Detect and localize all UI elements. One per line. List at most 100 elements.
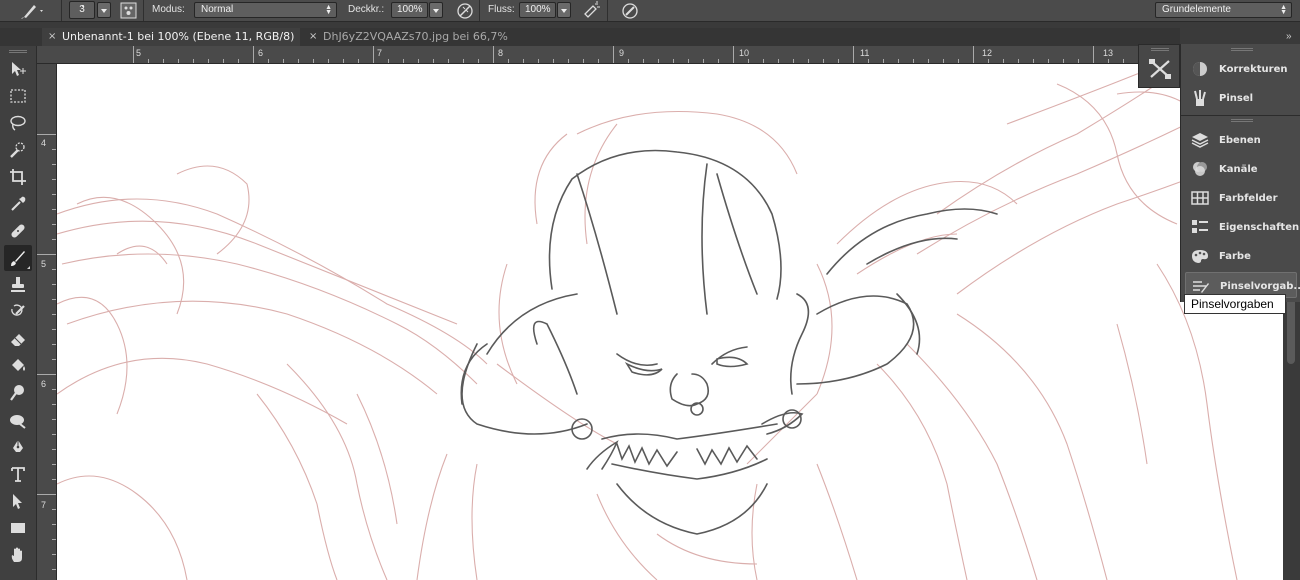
tool-flyout-indicator <box>27 266 30 269</box>
ruler-tick <box>52 269 56 270</box>
move-tool[interactable] <box>4 56 32 82</box>
toolbox-grip[interactable] <box>9 50 27 53</box>
vertical-ruler[interactable]: 4 5 6 7 <box>37 64 57 580</box>
crop-tool[interactable] <box>4 164 32 190</box>
type-icon <box>11 467 25 482</box>
ruler-tick <box>283 59 284 63</box>
brush-tool-preset-icon[interactable] <box>20 1 43 20</box>
panel-group-divider <box>1181 115 1300 116</box>
dodge-tool[interactable] <box>4 380 32 406</box>
flow-input[interactable]: 100% <box>519 2 556 18</box>
panel-button-eigenschaften[interactable]: Eigenschaften <box>1185 214 1299 240</box>
close-tab-icon[interactable]: × <box>48 28 56 46</box>
scrollbar-thumb[interactable] <box>1287 294 1295 364</box>
ruler-tick <box>268 59 269 63</box>
hand-tool[interactable] <box>4 542 32 568</box>
brush-size-dropdown[interactable] <box>97 2 111 18</box>
collapse-panels-icon[interactable]: » <box>1286 31 1292 42</box>
ruler-tick <box>1048 59 1049 63</box>
ruler-tick <box>388 59 389 63</box>
flow-value: 100% <box>525 4 551 15</box>
horizontal-ruler[interactable]: 5 6 7 8 9 10 11 12 13 <box>37 46 1180 64</box>
tab-reference-image[interactable]: × DhJ6yZ2VQAAZs70.jpg bei 66,7% (RGB/8) <box>303 28 553 61</box>
ruler-tick <box>673 59 674 63</box>
ruler-tick <box>52 179 56 180</box>
ruler-tick <box>598 59 599 63</box>
dock-grip[interactable] <box>1151 48 1169 51</box>
ruler-label: 4 <box>41 138 47 148</box>
panel-button-farbe[interactable]: Farbe <box>1185 243 1297 269</box>
lasso-tool[interactable] <box>4 110 32 136</box>
panel-button-korrekturen[interactable]: Korrekturen <box>1185 56 1297 82</box>
panel-button-pinsel[interactable]: Pinsel <box>1185 85 1297 111</box>
ruler-label: 6 <box>258 48 264 58</box>
eyedropper-tool[interactable] <box>4 191 32 217</box>
ruler-tick <box>193 59 194 63</box>
tab-unbenannt[interactable]: × Unbenannt-1 bei 100% (Ebene 11, RGB/8)… <box>42 28 300 61</box>
separator <box>143 0 144 21</box>
pressure-opacity-icon[interactable] <box>455 1 475 20</box>
ruler-tick <box>553 59 554 63</box>
workspace-select[interactable]: Grundelemente ▲ ▼ <box>1155 2 1292 18</box>
pen-tool[interactable] <box>4 434 32 460</box>
ruler-tick <box>583 59 584 63</box>
ruler-tick <box>433 59 434 63</box>
ruler-tick <box>52 569 56 570</box>
ruler-tick <box>52 554 56 555</box>
dock-grip[interactable] <box>1231 48 1253 51</box>
color-palette-icon <box>1192 250 1208 263</box>
swatches-icon <box>1191 191 1209 205</box>
dock-grip[interactable] <box>1231 119 1253 122</box>
ruler-tick <box>37 134 56 135</box>
ruler-tick <box>52 479 56 480</box>
opacity-dropdown[interactable] <box>429 2 443 18</box>
brush-tool[interactable] <box>4 245 32 271</box>
pressure-size-icon[interactable] <box>620 1 640 20</box>
history-brush-tool[interactable] <box>4 299 32 325</box>
brush-panel-icon <box>1194 90 1206 106</box>
panel-button-farbfelder[interactable]: Farbfelder <box>1185 185 1297 211</box>
ruler-tick <box>733 46 734 63</box>
flow-dropdown[interactable] <box>557 2 571 18</box>
ruler-tick <box>52 209 56 210</box>
brush-panel-toggle-icon[interactable] <box>119 1 139 20</box>
quick-select-tool[interactable] <box>4 137 32 163</box>
eraser-tool[interactable] <box>4 326 32 352</box>
ruler-tick <box>418 59 419 63</box>
panel-dock: Korrekturen Pinsel Ebenen Kanäle Farbfel… <box>1180 44 1300 302</box>
select-arrows-icon: ▲ ▼ <box>1280 4 1287 16</box>
tool-presets-button[interactable] <box>1147 57 1173 81</box>
type-tool[interactable] <box>4 461 32 487</box>
ruler-tick <box>52 524 56 525</box>
ruler-tick <box>52 329 56 330</box>
mode-select[interactable]: Normal ▲ ▼ <box>194 2 337 18</box>
ruler-tick <box>928 59 929 63</box>
ruler-tick <box>1093 46 1094 63</box>
ruler-tick <box>1108 59 1109 63</box>
opacity-input[interactable]: 100% <box>391 2 428 18</box>
rectangle-tool[interactable] <box>4 515 32 541</box>
airbrush-icon[interactable] <box>582 1 602 20</box>
channels-icon <box>1193 162 1207 176</box>
ruler-tick <box>1018 59 1019 63</box>
document-canvas[interactable] <box>57 64 1283 580</box>
panel-button-ebenen[interactable]: Ebenen <box>1185 127 1297 153</box>
path-selection-tool[interactable] <box>4 488 32 514</box>
healing-brush-tool[interactable] <box>4 218 32 244</box>
panel-label: Ebenen <box>1219 135 1261 146</box>
orc-sketch-artwork <box>57 64 1238 580</box>
ruler-tick <box>748 59 749 63</box>
clone-stamp-tool[interactable] <box>4 272 32 298</box>
ruler-tick <box>133 46 134 63</box>
ruler-label: 7 <box>377 48 383 58</box>
marquee-tool[interactable] <box>4 83 32 109</box>
ruler-label: 10 <box>739 48 750 58</box>
ruler-tick <box>703 59 704 63</box>
close-tab-icon[interactable]: × <box>309 28 317 46</box>
paint-bucket-tool[interactable] <box>4 353 32 379</box>
smudge-tool[interactable] <box>4 407 32 433</box>
separator <box>479 0 480 21</box>
brush-size-preview[interactable]: 3 <box>69 1 95 19</box>
ruler-tick <box>403 59 404 63</box>
panel-button-kanaele[interactable]: Kanäle <box>1185 156 1297 182</box>
